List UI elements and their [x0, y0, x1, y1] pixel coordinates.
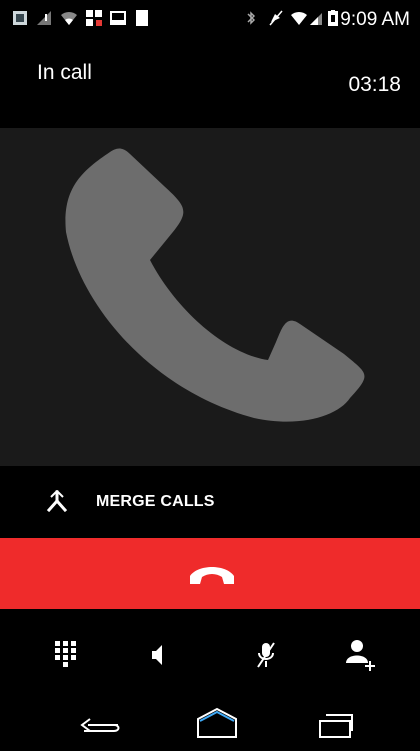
battery-icon [328, 10, 338, 26]
call-controls [0, 609, 420, 697]
app-notification-icon [13, 11, 27, 25]
signal-off-icon [37, 11, 51, 25]
caller-photo-area [0, 128, 420, 466]
merge-calls-button[interactable]: MERGE CALLS [0, 466, 420, 538]
back-icon[interactable] [78, 717, 122, 739]
call-duration: 03:18 [348, 73, 401, 96]
end-call-icon [190, 567, 234, 584]
recents-icon[interactable] [318, 713, 354, 739]
navigation-bar [0, 697, 420, 751]
sd-icon [136, 10, 148, 26]
mute-icon [269, 10, 283, 26]
merge-calls-label: MERGE CALLS [96, 493, 215, 510]
merge-icon [46, 490, 68, 512]
qr-icon [86, 10, 102, 26]
signal-icon [310, 13, 322, 25]
bluetooth-icon [247, 11, 256, 25]
status-bar: 9:09 AM [0, 0, 420, 36]
call-status-label: In call [37, 61, 92, 84]
dialpad-icon[interactable] [55, 641, 79, 667]
status-time: 9:09 AM [340, 9, 410, 30]
add-call-icon[interactable] [346, 639, 376, 671]
image-icon [110, 11, 126, 25]
wifi-icon-right [291, 11, 307, 25]
phone-handset-icon [65, 148, 365, 422]
speaker-icon[interactable] [150, 643, 166, 667]
mute-mic-icon[interactable] [256, 641, 276, 669]
wifi-icon [61, 11, 77, 25]
end-call-button[interactable] [0, 538, 420, 609]
home-icon[interactable] [194, 707, 240, 741]
call-header: In call 03:18 [0, 36, 420, 128]
